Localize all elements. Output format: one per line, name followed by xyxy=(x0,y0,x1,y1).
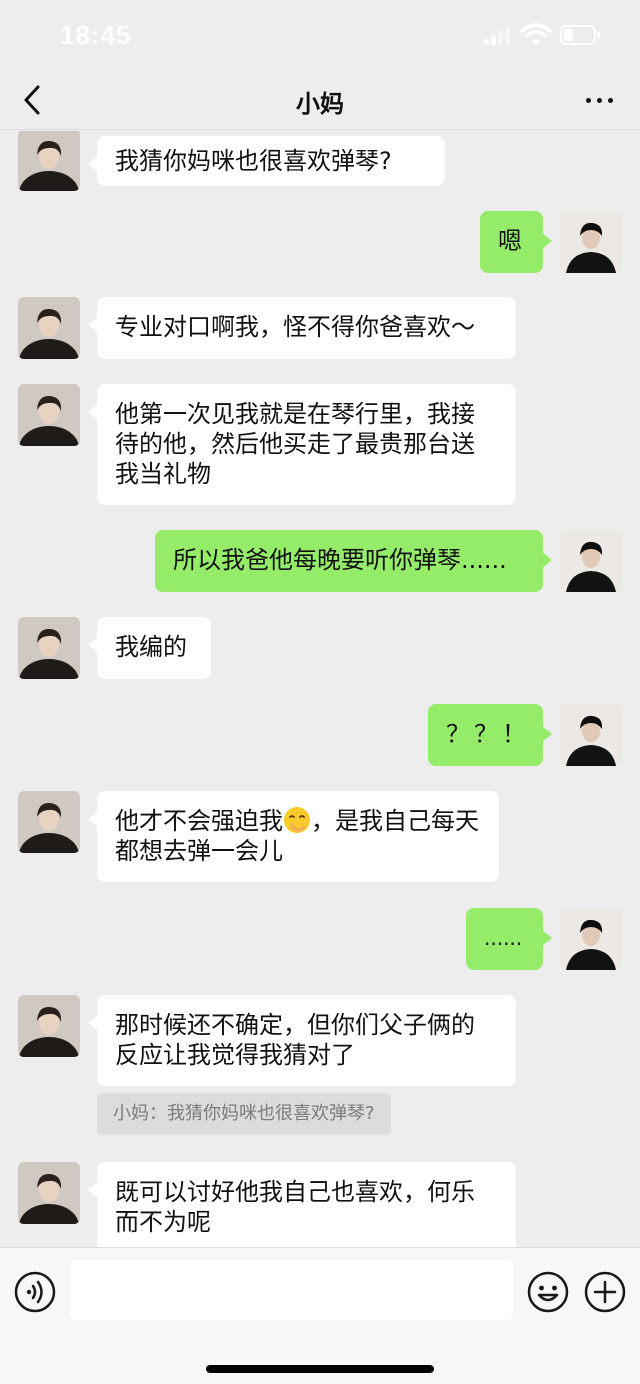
my-avatar[interactable] xyxy=(560,211,622,273)
status-time: 18:45 xyxy=(60,20,132,50)
wifi-icon xyxy=(520,23,552,45)
contact-avatar[interactable] xyxy=(18,131,80,191)
message-bubble[interactable]: 他才不会强迫我 ，是我自己每天都想去弹一会儿 xyxy=(88,791,499,882)
more-button[interactable] xyxy=(580,80,622,120)
message-bubble[interactable]: 所以我爸他每晚要听你弹琴...... xyxy=(155,530,552,592)
contact-avatar[interactable] xyxy=(18,617,80,679)
message-bubble[interactable]: ？？！ xyxy=(428,704,552,766)
input-bar xyxy=(0,1247,640,1384)
more-functions-button[interactable] xyxy=(584,1271,626,1313)
voice-button[interactable] xyxy=(14,1271,56,1313)
message-text: 他才不会强迫我 xyxy=(115,807,283,835)
message-bubble[interactable]: 他第一次见我就是在琴行里，我接待的他，然后他买走了最贵那台送我当礼物 xyxy=(88,384,516,505)
battery-icon xyxy=(560,25,600,45)
plus-icon xyxy=(584,1271,626,1313)
nav-bar: 小妈 xyxy=(0,72,640,130)
message-bubble[interactable]: 嗯 xyxy=(480,211,552,273)
contact-avatar[interactable] xyxy=(18,1162,80,1224)
my-avatar[interactable] xyxy=(560,908,622,970)
message-bubble[interactable]: 我猜你妈咪也很喜欢弹琴? xyxy=(88,136,445,186)
contact-avatar[interactable] xyxy=(18,995,80,1057)
contact-avatar[interactable] xyxy=(18,384,80,446)
chat-area[interactable]: 我猜你妈咪也很喜欢弹琴? 嗯 专业对口啊我，怪不得你爸喜欢～ 他第一次见我就是在… xyxy=(0,131,640,1247)
message-input[interactable] xyxy=(70,1260,513,1320)
home-indicator[interactable] xyxy=(206,1365,434,1373)
my-avatar[interactable] xyxy=(560,530,622,592)
emoji-button[interactable] xyxy=(527,1271,569,1313)
more-dots-icon xyxy=(586,98,591,103)
message-bubble[interactable]: 那时候还不确定，但你们父子俩的反应让我觉得我猜对了 xyxy=(88,995,516,1086)
message-bubble[interactable]: 专业对口啊我，怪不得你爸喜欢～ xyxy=(88,297,516,359)
quoted-reply[interactable]: 小妈：我猜你妈咪也很喜欢弹琴? xyxy=(97,1093,391,1135)
signal-icon xyxy=(484,27,510,45)
contact-avatar[interactable] xyxy=(18,791,80,853)
chat-title: 小妈 xyxy=(296,90,344,118)
voice-icon xyxy=(14,1271,56,1313)
face-with-hand-over-mouth-icon xyxy=(284,807,310,833)
contact-avatar[interactable] xyxy=(18,297,80,359)
emoji-icon xyxy=(527,1271,569,1313)
message-bubble[interactable]: 既可以讨好他我自己也喜欢，何乐而不为呢 xyxy=(88,1162,516,1247)
my-avatar[interactable] xyxy=(560,704,622,766)
status-bar: 18:45 xyxy=(0,0,640,72)
message-bubble[interactable]: 我编的 xyxy=(88,617,211,679)
message-bubble[interactable]: ...... xyxy=(466,908,552,970)
